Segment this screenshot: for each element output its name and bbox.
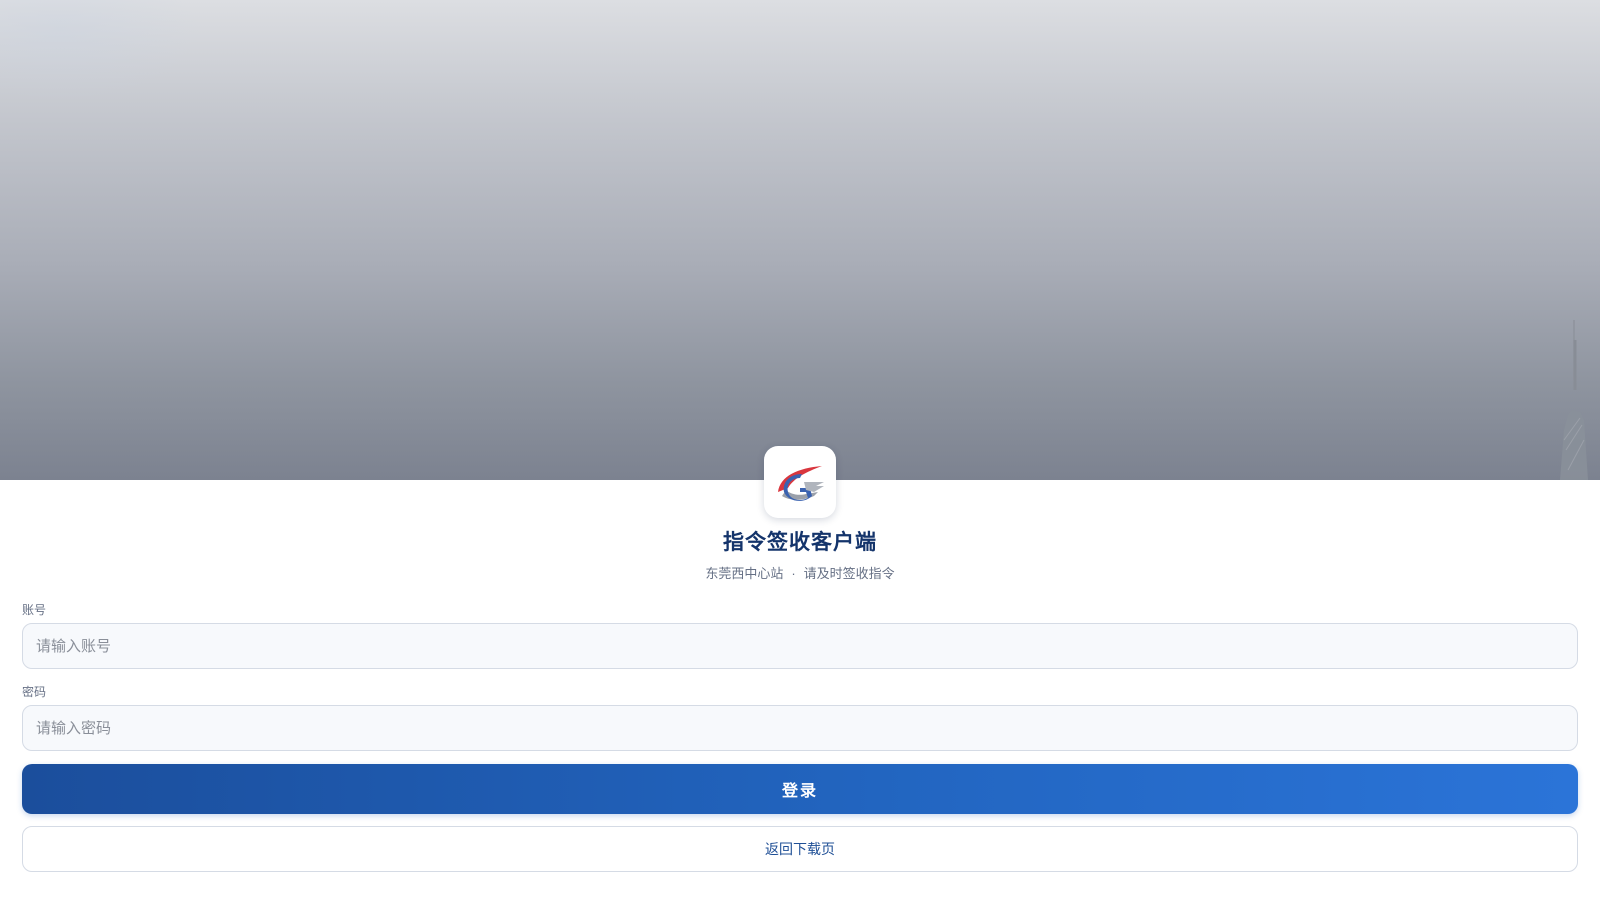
account-label: 账号	[22, 603, 47, 617]
password-label: 密码	[22, 685, 47, 699]
station-name: 东莞西中心站	[705, 566, 784, 581]
app-title: 指令签收客户端	[723, 531, 877, 554]
password-input[interactable]	[22, 705, 1578, 751]
tower-silhouette-icon	[1560, 320, 1588, 480]
login-page: 指令签收客户端 东莞西中心站 · 请及时签收指令 账号 密码 登录 返回下载页	[0, 0, 1600, 900]
hero-banner	[0, 0, 1600, 480]
app-logo	[764, 446, 836, 518]
app-subtitle: 东莞西中心站 · 请及时签收指令	[0, 564, 1600, 584]
tagline: 请及时签收指令	[803, 566, 895, 581]
back-to-download-button[interactable]: 返回下载页	[22, 826, 1578, 872]
hero-haze	[0, 0, 200, 100]
separator-dot: ·	[791, 566, 796, 581]
login-button[interactable]: 登录	[22, 764, 1578, 814]
account-input[interactable]	[22, 623, 1578, 669]
railway-logo-icon	[778, 466, 824, 501]
